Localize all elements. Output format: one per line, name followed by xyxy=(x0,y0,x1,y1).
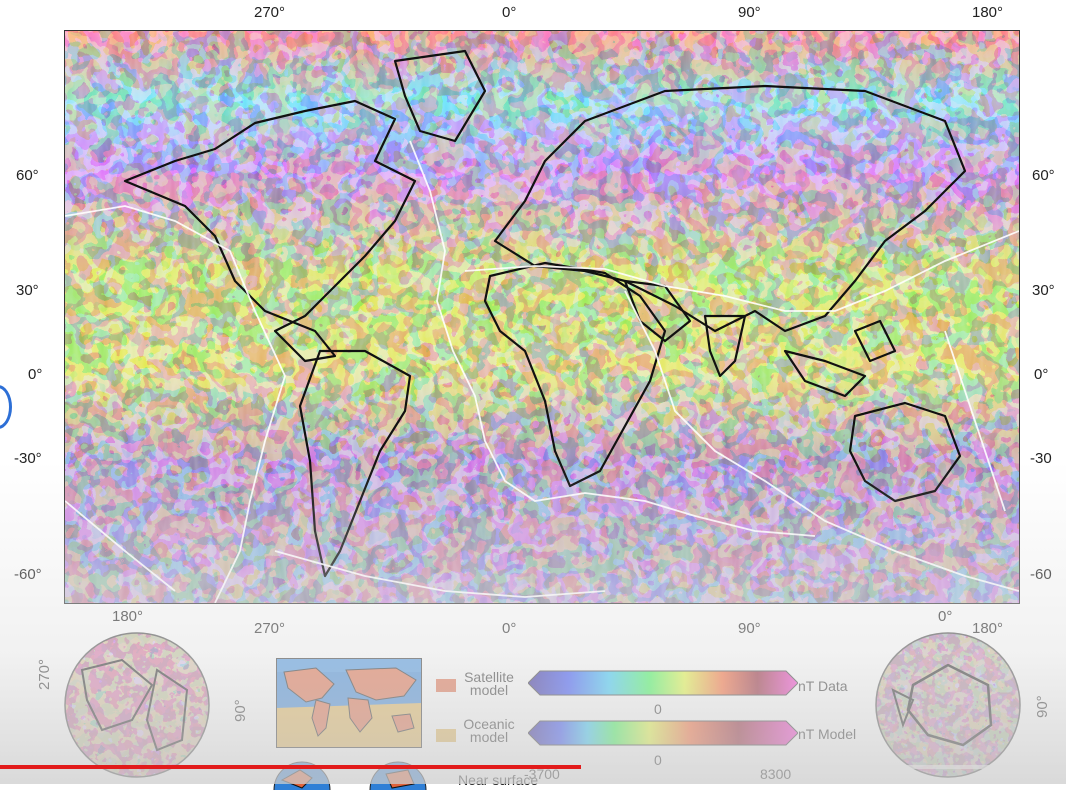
lat-label-left-minus60: -60° xyxy=(14,566,42,583)
top-lon-label-180: 180° xyxy=(972,4,1004,21)
bottom-lon-label-270: 270° xyxy=(254,620,286,637)
legend-source-map xyxy=(276,658,422,748)
top-lon-label-0: 0° xyxy=(502,4,517,21)
model-color-bar xyxy=(528,720,798,746)
bottom-lon-label-polar-180: 180° xyxy=(112,608,144,625)
lat-label-left-60: 60° xyxy=(16,167,39,184)
bottom-lon-label-90: 90° xyxy=(738,620,761,637)
satellite-swatch xyxy=(436,679,456,692)
bottom-lon-label-polar-0: 0° xyxy=(938,608,953,625)
polar-left-90-label: 90° xyxy=(232,699,249,722)
bar2-unit-label: nT Model xyxy=(798,726,857,742)
top-lon-label-90: 90° xyxy=(738,4,761,21)
lat-label-left-0: 0° xyxy=(28,366,43,383)
side-circle-marker xyxy=(0,385,12,429)
bar1-center-label: 0 xyxy=(654,701,662,717)
south-polar-map xyxy=(875,632,1021,778)
top-lon-label-270: 270° xyxy=(254,4,286,21)
bar1-unit-label: nT Data xyxy=(798,678,848,694)
map-canvas xyxy=(65,31,1019,603)
data-color-bar xyxy=(528,670,798,696)
lat-label-left-30: 30° xyxy=(16,282,39,299)
satellite-model-label: Satellite model xyxy=(464,669,514,698)
lat-label-right-minus60: -60 xyxy=(1030,566,1052,583)
lat-label-right-0: 0° xyxy=(1034,366,1049,383)
video-progress-bar[interactable] xyxy=(0,765,1066,769)
lat-label-right-60: 60° xyxy=(1032,167,1055,184)
lat-label-left-minus30: -30° xyxy=(14,450,42,467)
polar-left-270-label: 270° xyxy=(36,658,53,690)
polar-right-90-label: 90° xyxy=(1034,695,1051,718)
oceanic-model-label: Oceanic model xyxy=(463,716,515,745)
bottom-lon-label-0: 0° xyxy=(502,620,517,637)
oceanic-swatch xyxy=(436,729,456,742)
magnetic-anomaly-map xyxy=(64,30,1020,604)
lat-label-right-minus30: -30 xyxy=(1030,450,1052,467)
lat-label-right-30: 30° xyxy=(1032,282,1055,299)
video-progress-fill xyxy=(0,765,581,769)
north-polar-map xyxy=(64,632,210,778)
